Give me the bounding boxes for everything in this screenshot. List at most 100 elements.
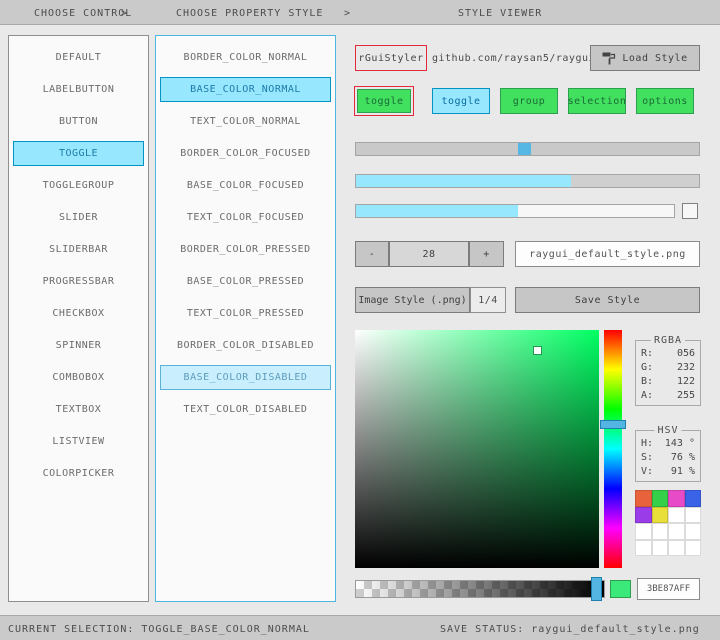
- rgba-green-value: 232: [677, 361, 695, 375]
- togglegroup-item-toggle[interactable]: toggle: [432, 88, 490, 114]
- prop-item-base-color-focused[interactable]: BASE_COLOR_FOCUSED: [160, 173, 331, 198]
- togglegroup-item-options[interactable]: options: [636, 88, 694, 114]
- brand-label: rGuiStyler: [355, 45, 427, 71]
- list-item-default[interactable]: DEFAULT: [13, 45, 144, 70]
- palette-swatch[interactable]: [635, 540, 652, 557]
- spinner-increment-button[interactable]: +: [469, 241, 504, 267]
- prop-item-text-color-pressed[interactable]: TEXT_COLOR_PRESSED: [160, 301, 331, 326]
- style-page-indicator[interactable]: 1/4: [470, 287, 506, 313]
- rgba-blue-row: B: 122: [636, 375, 700, 389]
- current-color-swatch: [610, 580, 631, 598]
- list-item-combobox[interactable]: COMBOBOX: [13, 365, 144, 390]
- palette-swatch[interactable]: [668, 507, 685, 524]
- palette-swatch[interactable]: [652, 507, 669, 524]
- list-item-toggle[interactable]: TOGGLE: [13, 141, 144, 166]
- rgba-alpha-value: 255: [677, 389, 695, 403]
- rgba-alpha-row: A: 255: [636, 389, 700, 403]
- spinner-value[interactable]: 28: [389, 241, 469, 267]
- hsv-saturation-value: 76 %: [671, 451, 695, 465]
- status-bar: CURRENT SELECTION: TOGGLE_BASE_COLOR_NOR…: [0, 615, 720, 640]
- list-item-button[interactable]: BUTTON: [13, 109, 144, 134]
- rgba-red-label: R:: [641, 347, 653, 361]
- hsv-panel-title: HSV: [654, 425, 681, 436]
- hue-bar[interactable]: [604, 330, 622, 568]
- hsv-value-row: V: 91 %: [636, 465, 700, 479]
- list-item-sliderbar[interactable]: SLIDERBAR: [13, 237, 144, 262]
- save-style-button[interactable]: Save Style: [515, 287, 700, 313]
- repo-link[interactable]: github.com/raysan5/raygui: [432, 45, 592, 71]
- palette-swatch[interactable]: [668, 490, 685, 507]
- hsv-panel: HSV H: 143 ° S: 76 % V: 91 %: [635, 430, 701, 482]
- prop-item-text-color-disabled[interactable]: TEXT_COLOR_DISABLED: [160, 397, 331, 422]
- palette-swatch[interactable]: [685, 507, 702, 524]
- properties-listview: BORDER_COLOR_NORMAL BASE_COLOR_NORMAL TE…: [155, 35, 336, 602]
- prop-item-base-color-pressed[interactable]: BASE_COLOR_PRESSED: [160, 269, 331, 294]
- list-item-togglegroup[interactable]: TOGGLEGROUP: [13, 173, 144, 198]
- style-checkbox[interactable]: [682, 203, 698, 219]
- list-item-checkbox[interactable]: CHECKBOX: [13, 301, 144, 326]
- color-picker-gradient[interactable]: [355, 330, 599, 568]
- prop-item-border-color-disabled[interactable]: BORDER_COLOR_DISABLED: [160, 333, 331, 358]
- spinner-decrement-button[interactable]: -: [355, 241, 389, 267]
- header-bar: CHOOSE CONTROL > CHOOSE PROPERTY STYLE >…: [0, 0, 720, 25]
- prop-item-base-color-normal[interactable]: BASE_COLOR_NORMAL: [160, 77, 331, 102]
- filename-input[interactable]: [515, 241, 700, 267]
- hsv-hue-value: 143 °: [665, 437, 695, 451]
- color-picker-cursor[interactable]: [534, 347, 541, 354]
- palette-swatch[interactable]: [685, 523, 702, 540]
- palette-swatch[interactable]: [635, 490, 652, 507]
- image-style-button[interactable]: Image Style (.png): [355, 287, 470, 313]
- list-item-textbox[interactable]: TEXTBOX: [13, 397, 144, 422]
- rgba-green-row: G: 232: [636, 361, 700, 375]
- prop-item-border-color-normal[interactable]: BORDER_COLOR_NORMAL: [160, 45, 331, 70]
- alpha-bar[interactable]: [355, 580, 605, 598]
- hue-slider-handle[interactable]: [600, 420, 626, 429]
- list-item-spinner[interactable]: SPINNER: [13, 333, 144, 358]
- palette-swatch[interactable]: [652, 490, 669, 507]
- rgba-blue-label: B:: [641, 375, 653, 389]
- prop-item-border-color-pressed[interactable]: BORDER_COLOR_PRESSED: [160, 237, 331, 262]
- list-item-slider[interactable]: SLIDER: [13, 205, 144, 230]
- prop-item-text-color-focused[interactable]: TEXT_COLOR_FOCUSED: [160, 205, 331, 230]
- palette-swatch[interactable]: [635, 507, 652, 524]
- hsv-saturation-row: S: 76 %: [636, 451, 700, 465]
- toggle-preview-button[interactable]: toggle: [357, 89, 411, 113]
- togglegroup-item-group[interactable]: group: [500, 88, 558, 114]
- style-slider[interactable]: [355, 142, 700, 156]
- palette-swatch[interactable]: [668, 523, 685, 540]
- save-status: SAVE STATUS: raygui_default_style.png: [440, 624, 700, 635]
- current-selection-status: CURRENT SELECTION: TOGGLE_BASE_COLOR_NOR…: [8, 624, 310, 635]
- list-item-progressbar[interactable]: PROGRESSBAR: [13, 269, 144, 294]
- hsv-value-value: 91 %: [671, 465, 695, 479]
- load-style-label: Load Style: [622, 53, 687, 64]
- color-palette: [635, 490, 701, 556]
- palette-swatch[interactable]: [635, 523, 652, 540]
- sliderbar-fill: [356, 175, 571, 187]
- rgba-blue-value: 122: [677, 375, 695, 389]
- paint-roller-icon: [602, 51, 616, 65]
- palette-swatch[interactable]: [685, 490, 702, 507]
- prop-item-base-color-disabled[interactable]: BASE_COLOR_DISABLED: [160, 365, 331, 390]
- chevron-separator-icon: >: [344, 8, 351, 19]
- alpha-slider-handle[interactable]: [591, 577, 602, 601]
- slider-handle[interactable]: [518, 143, 531, 155]
- togglegroup-item-selection[interactable]: selection: [568, 88, 626, 114]
- list-item-listview[interactable]: LISTVIEW: [13, 429, 144, 454]
- hsv-hue-label: H:: [641, 437, 653, 451]
- rgba-alpha-label: A:: [641, 389, 653, 403]
- palette-swatch[interactable]: [652, 540, 669, 557]
- palette-swatch[interactable]: [668, 540, 685, 557]
- hex-color-input[interactable]: [637, 578, 700, 600]
- list-item-colorpicker[interactable]: COLORPICKER: [13, 461, 144, 486]
- hsv-saturation-label: S:: [641, 451, 653, 465]
- palette-swatch[interactable]: [652, 523, 669, 540]
- progressbar-fill: [356, 205, 518, 217]
- prop-item-border-color-focused[interactable]: BORDER_COLOR_FOCUSED: [160, 141, 331, 166]
- rgba-panel: RGBA R: 056 G: 232 B: 122 A: 255: [635, 340, 701, 406]
- style-sliderbar[interactable]: [355, 174, 700, 188]
- list-item-labelbutton[interactable]: LABELBUTTON: [13, 77, 144, 102]
- prop-item-text-color-normal[interactable]: TEXT_COLOR_NORMAL: [160, 109, 331, 134]
- header-choose-property-style: CHOOSE PROPERTY STYLE: [176, 8, 323, 19]
- load-style-button[interactable]: Load Style: [590, 45, 700, 71]
- palette-swatch[interactable]: [685, 540, 702, 557]
